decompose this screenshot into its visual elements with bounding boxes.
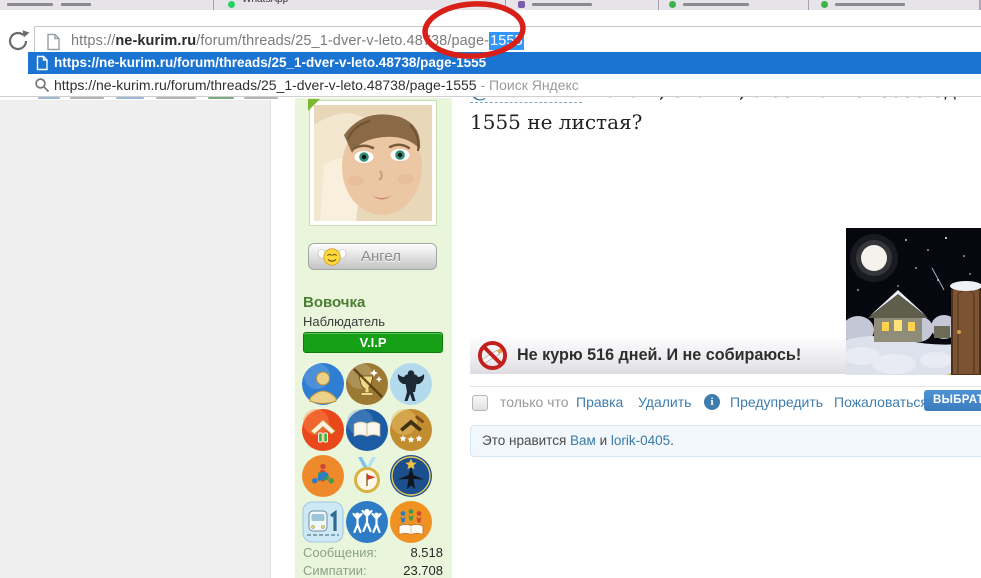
browser-toolbar: https://ne-kurim.ru/forum/threads/25_1-d…: [0, 10, 981, 52]
likes-prefix: Это нравится: [482, 433, 570, 448]
warn-link[interactable]: Предупредить: [730, 394, 823, 410]
badge-three-dancers-icon: [302, 455, 344, 497]
badge-open-book-icon: [346, 409, 388, 451]
suggestion-url-highlighted[interactable]: https://ne-kurim.ru/forum/threads/25_1-d…: [28, 52, 981, 74]
status-badge-label: Ангел: [361, 248, 401, 265]
angel-smiley-icon: [316, 247, 348, 267]
tab-favicon-icon: [518, 1, 525, 8]
reload-icon[interactable]: [6, 28, 32, 54]
signature-text: Не курю 516 дней. И не собираюсь!: [517, 345, 801, 365]
likes-box: Это нравится Вам и lorik-0405.: [470, 425, 981, 457]
tab-favicon-icon: [821, 1, 828, 8]
select-post-checkbox[interactable]: [472, 395, 488, 411]
user-profile-sidebar: Ангел Вовочка Наблюдатель V.I.P: [295, 98, 452, 578]
select-button[interactable]: ВЫБРАТЬ: [924, 390, 981, 411]
username[interactable]: Вовочка: [303, 294, 365, 311]
suggestion-text: https://ne-kurim.ru/forum/threads/25_1-d…: [54, 77, 477, 93]
vip-badge: V.I.P: [303, 332, 443, 353]
info-icon[interactable]: i: [704, 394, 720, 410]
page-margin-panel: [0, 100, 271, 578]
divider: [470, 386, 981, 387]
avatar[interactable]: [309, 100, 437, 226]
suggestion-text: https://ne-kurim.ru/forum/threads/25_1-d…: [54, 55, 486, 70]
post-text-line2: 1555 не листая?: [470, 110, 642, 134]
online-corner-marker: [308, 99, 320, 111]
tab-favicon-icon: [669, 1, 676, 8]
no-smoking-icon: [477, 340, 508, 371]
browser-window: WhatsApp https://ne-kurim.ru/forum/threa…: [0, 0, 981, 578]
browser-tab[interactable]: [0, 0, 214, 10]
baby-photo: [314, 105, 432, 221]
url-text: https://ne-kurim.ru/forum/threads/25_1-d…: [71, 33, 524, 49]
page-icon: [44, 33, 62, 51]
post-action-bar: только что Правка Удалить i Предупредить…: [470, 393, 981, 417]
signature-banner: Не курю 516 дней. И не собираюсь!: [470, 337, 846, 374]
edit-link[interactable]: Правка: [576, 394, 623, 410]
browser-tab[interactable]: [658, 0, 809, 10]
whatsapp-favicon-icon: [228, 1, 235, 8]
search-icon: [34, 77, 50, 93]
likes-you-link[interactable]: Вам: [570, 433, 596, 448]
post-timestamp: только что: [500, 394, 569, 410]
badge-user-silhouette-icon: [302, 363, 344, 405]
page-icon: [34, 55, 50, 71]
webpage-content: Ангел Вовочка Наблюдатель V.I.P: [0, 96, 981, 578]
badge-medal-flag-icon: [346, 455, 388, 497]
tab-label: WhatsApp: [242, 0, 288, 5]
likes-user-link[interactable]: lorik-0405: [611, 433, 670, 448]
badge-train-icon: [302, 501, 344, 543]
badge-bodybuilder-icon: [390, 363, 432, 405]
badge-book-readers-icon: [390, 501, 432, 543]
badge-airplane-star-icon: [390, 455, 432, 497]
url-selected-text: 1555: [489, 32, 524, 50]
stat-messages: Сообщения:8.518: [303, 545, 445, 560]
browser-tab[interactable]: [505, 0, 659, 10]
browser-tab[interactable]: [808, 0, 980, 10]
status-badge: Ангел: [308, 243, 437, 270]
omnibox-dropdown: https://ne-kurim.ru/forum/threads/25_1-d…: [0, 52, 981, 97]
delete-link[interactable]: Удалить: [638, 394, 691, 410]
tab-strip: WhatsApp: [0, 0, 981, 10]
badge-jumping-people-icon: [346, 501, 388, 543]
user-role: Наблюдатель: [303, 314, 385, 329]
badge-roof-pause-icon: [302, 409, 344, 451]
report-link[interactable]: Пожаловаться: [834, 394, 928, 410]
winter-night-signature-image: [846, 228, 981, 375]
badge-trophy-stars-icon: [346, 363, 388, 405]
suggestion-search[interactable]: https://ne-kurim.ru/forum/threads/25_1-d…: [28, 74, 981, 96]
stat-likes: Симпатии:23.708: [303, 563, 445, 578]
browser-tab-whatsapp[interactable]: WhatsApp: [213, 0, 506, 10]
badge-roof-stars-icon: [390, 409, 432, 451]
suggestion-search-engine: - Поиск Яндекс: [477, 77, 579, 93]
